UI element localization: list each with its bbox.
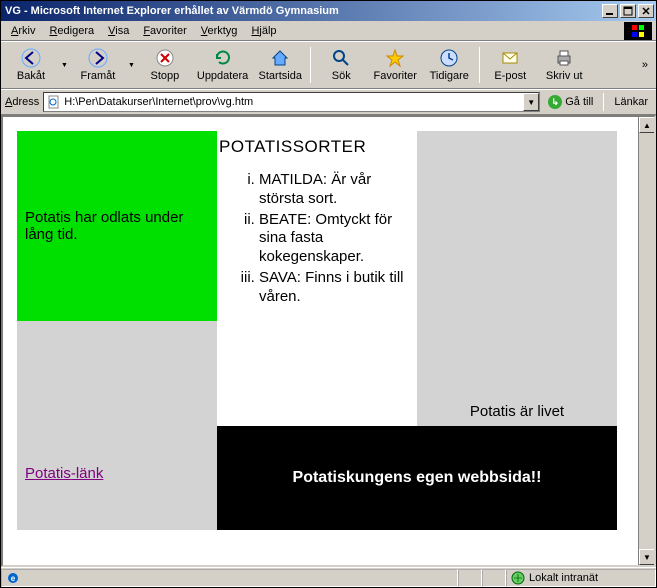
- forward-button[interactable]: Framåt: [72, 44, 124, 86]
- search-icon: [331, 48, 351, 68]
- minimize-button[interactable]: [602, 4, 618, 18]
- search-button[interactable]: Sök: [315, 44, 367, 86]
- page-icon: [46, 95, 62, 109]
- stop-icon: [155, 48, 175, 68]
- menubar: Arkiv Redigera Visa Favoriter Verktyg Hj…: [1, 21, 656, 41]
- titlebar: VG - Microsoft Internet Explorer erhålle…: [1, 1, 656, 21]
- forward-icon: [88, 48, 108, 68]
- favorites-icon: [385, 48, 405, 68]
- history-button[interactable]: Tidigare: [423, 44, 475, 86]
- scroll-down-button[interactable]: ▼: [639, 549, 655, 565]
- favorites-button[interactable]: Favoriter: [369, 44, 421, 86]
- status-pane-3: [482, 569, 506, 587]
- grey-left-link: Potatis-länk: [17, 321, 217, 530]
- page-viewport[interactable]: Potatis har odlats under lång tid. POTAT…: [3, 117, 638, 565]
- grey-top-right: [417, 131, 617, 321]
- ie-icon: e: [6, 571, 20, 585]
- status-pane-2: [458, 569, 482, 587]
- address-label: Adress: [5, 96, 39, 108]
- links-button[interactable]: Länkar: [610, 92, 652, 112]
- vertical-scrollbar[interactable]: ▲ ▼: [638, 117, 654, 565]
- menu-verktyg[interactable]: Verktyg: [195, 23, 244, 39]
- sorts-list: MATILDA: Är vår största sort. BEATE: Omt…: [219, 171, 415, 306]
- motto-text: Potatis är livet: [470, 403, 564, 420]
- close-button[interactable]: [638, 4, 654, 18]
- refresh-icon: [213, 48, 233, 68]
- svg-text:e: e: [11, 574, 16, 583]
- menu-favoriter[interactable]: Favoriter: [137, 23, 192, 39]
- home-button[interactable]: Startsida: [254, 44, 306, 86]
- back-button[interactable]: Bakåt: [5, 44, 57, 86]
- address-separator: [603, 93, 604, 111]
- banner-text: Potatiskungens egen webbsida!!: [293, 469, 542, 487]
- statusbar: e Lokalt intranät: [1, 567, 656, 587]
- black-banner: Potatiskungens egen webbsida!!: [217, 426, 617, 530]
- menu-arkiv[interactable]: Arkiv: [5, 23, 41, 39]
- mail-button[interactable]: E-post: [484, 44, 536, 86]
- history-icon: [439, 48, 459, 68]
- toolbar-separator: [479, 47, 480, 83]
- toolbar-overflow[interactable]: »: [638, 59, 652, 71]
- maximize-button[interactable]: [620, 4, 636, 18]
- back-icon: [21, 48, 41, 68]
- zone-icon: [511, 571, 525, 585]
- print-icon: [554, 48, 574, 68]
- motto-cell: Potatis är livet: [417, 321, 617, 426]
- address-input-wrap: ▼: [43, 92, 540, 112]
- refresh-button[interactable]: Uppdatera: [193, 44, 252, 86]
- list-item: BEATE: Omtyckt för sina fasta kokegenska…: [259, 211, 415, 267]
- text-cell: POTATISSORTER MATILDA: Är vår största so…: [217, 131, 417, 426]
- address-dropdown[interactable]: ▼: [523, 93, 539, 111]
- green-text: Potatis har odlats under lång tid.: [25, 209, 209, 243]
- address-input[interactable]: [64, 94, 523, 110]
- toolbar-separator: [310, 47, 311, 83]
- stop-button[interactable]: Stopp: [139, 44, 191, 86]
- scroll-up-button[interactable]: ▲: [639, 117, 655, 133]
- content-area: Potatis har odlats under lång tid. POTAT…: [1, 115, 656, 567]
- go-button[interactable]: ↳ Gå till: [544, 92, 597, 112]
- potatis-link[interactable]: Potatis-länk: [25, 465, 209, 482]
- sorts-heading: POTATISSORTER: [219, 137, 415, 157]
- forward-dropdown[interactable]: ▼: [126, 62, 137, 69]
- print-button[interactable]: Skriv ut: [538, 44, 590, 86]
- menu-redigera[interactable]: Redigera: [43, 23, 100, 39]
- address-bar: Adress ▼ ↳ Gå till Länkar: [1, 89, 656, 115]
- list-item: SAVA: Finns i butik till våren.: [259, 269, 415, 307]
- page-grid: Potatis har odlats under lång tid. POTAT…: [17, 131, 624, 530]
- menu-hjalp[interactable]: Hjälp: [245, 23, 282, 39]
- status-zone: Lokalt intranät: [506, 569, 656, 587]
- window-title: VG - Microsoft Internet Explorer erhålle…: [5, 5, 600, 17]
- mail-icon: [500, 48, 520, 68]
- toolbar: Bakåt ▼ Framåt ▼ Stopp Uppdatera Startsi…: [1, 41, 656, 89]
- zone-text: Lokalt intranät: [529, 572, 598, 584]
- green-cell: Potatis har odlats under lång tid.: [17, 131, 217, 321]
- back-dropdown[interactable]: ▼: [59, 62, 70, 69]
- list-item: MATILDA: Är vår största sort.: [259, 171, 415, 209]
- ie-logo: [624, 22, 652, 40]
- status-main: e: [1, 569, 458, 587]
- home-icon: [270, 48, 290, 68]
- window: VG - Microsoft Internet Explorer erhålle…: [0, 0, 657, 588]
- menu-visa[interactable]: Visa: [102, 23, 135, 39]
- go-icon: ↳: [548, 95, 562, 109]
